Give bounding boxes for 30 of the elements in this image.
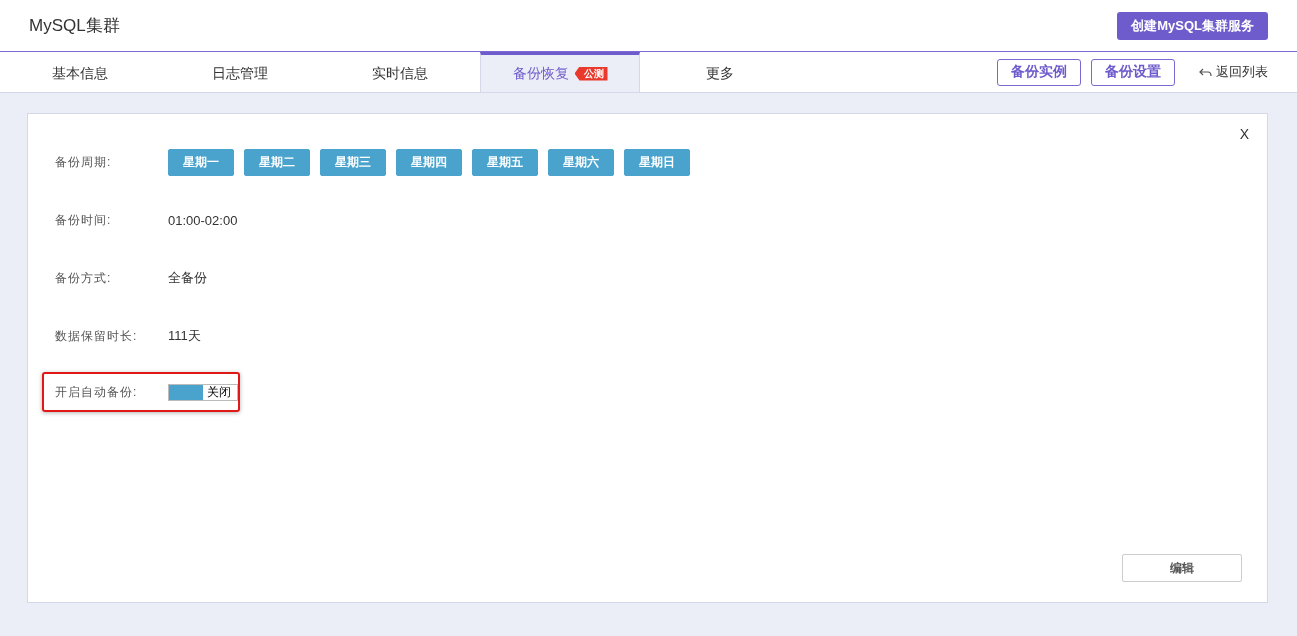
weekday-button[interactable]: 星期六	[548, 148, 614, 176]
tab[interactable]: 实时信息	[320, 52, 480, 92]
weekday-button[interactable]: 星期三	[320, 148, 386, 176]
field-label: 备份时间:	[55, 211, 113, 229]
tab[interactable]: 备份恢复 公测	[480, 52, 640, 92]
field-label: 数据保留时长:	[55, 327, 139, 345]
tab[interactable]: 更多	[640, 52, 800, 92]
weekday-button[interactable]: 星期二	[244, 148, 310, 176]
field-label: 开启自动备份:	[55, 383, 139, 401]
weekday-button[interactable]: 星期四	[396, 148, 462, 176]
backup-button[interactable]: 备份实例	[997, 58, 1081, 86]
toggle-switch[interactable]: 关闭	[168, 383, 238, 401]
field-label: 备份周期:	[55, 153, 113, 171]
return-arrow-icon	[1199, 67, 1212, 77]
page-title: MySQL集群	[29, 15, 120, 37]
backup-button[interactable]: 备份设置	[1091, 58, 1175, 86]
weekday-button[interactable]: 星期五	[472, 148, 538, 176]
field-value: 111天	[168, 327, 201, 345]
field-value: 01:00-02:00	[168, 212, 238, 228]
edit-button[interactable]: 编辑	[1122, 554, 1242, 582]
close-button[interactable]: X	[1239, 126, 1249, 142]
weekday-button[interactable]: 星期日	[624, 148, 690, 176]
field-value: 全备份	[168, 269, 207, 287]
weekday-button[interactable]: 星期一	[168, 148, 234, 176]
field-label: 备份方式:	[55, 269, 113, 287]
tab[interactable]: 日志管理	[160, 52, 320, 92]
tab[interactable]: 基本信息	[0, 52, 160, 92]
create-service-button[interactable]: 创建MySQL集群服务	[1117, 11, 1268, 40]
beta-badge: 公测	[574, 66, 608, 81]
back-to-list-link[interactable]: 返回列表	[1199, 63, 1268, 81]
